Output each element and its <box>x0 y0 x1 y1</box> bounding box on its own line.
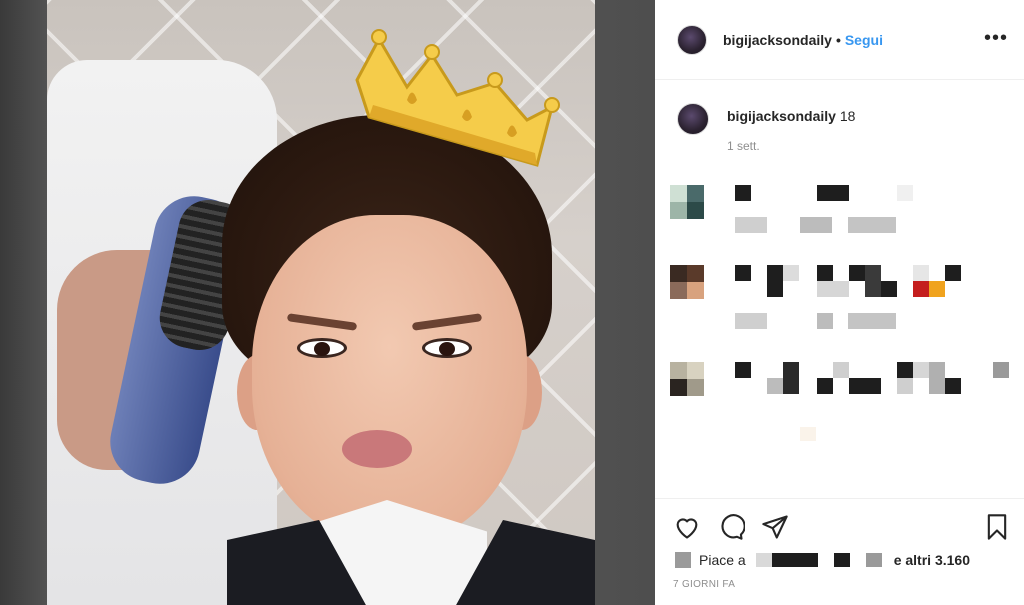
follow-button[interactable]: Segui <box>845 32 883 48</box>
separator-dot: • <box>835 31 841 48</box>
redacted-block <box>897 362 913 378</box>
caption-time[interactable]: 1 sett. <box>727 139 855 153</box>
redacted-block <box>767 265 783 297</box>
redacted-block <box>817 265 833 281</box>
redacted-block <box>913 281 929 297</box>
redacted-block <box>735 217 767 233</box>
caption: bigijacksondaily 18 1 sett. <box>677 103 855 153</box>
post-header-text: bigijacksondaily • Segui <box>723 32 883 48</box>
redacted-block <box>735 313 767 329</box>
redacted-block <box>945 265 961 281</box>
redacted-block <box>849 378 881 394</box>
child-eye-right <box>422 338 472 358</box>
share-icon[interactable] <box>761 513 789 541</box>
redacted-block <box>833 362 849 378</box>
redacted-block <box>817 281 849 297</box>
redacted-block <box>929 362 945 394</box>
redacted-block <box>735 265 751 281</box>
caption-username[interactable]: bigijacksondaily <box>727 108 836 124</box>
child-mouth <box>342 430 412 468</box>
redacted-block <box>735 185 751 201</box>
post-details-panel: bigijacksondaily • Segui ••• bigijacksonda… <box>655 0 1024 605</box>
likes-count[interactable]: e altri 3.160 <box>894 552 970 568</box>
username-link[interactable]: bigijacksondaily <box>723 32 832 48</box>
redacted-block <box>897 378 913 394</box>
redacted-liker-name[interactable] <box>755 553 772 567</box>
comment-icon[interactable] <box>717 513 745 541</box>
redacted-block <box>945 378 961 394</box>
avatar[interactable] <box>677 24 707 55</box>
redacted-block <box>767 378 783 394</box>
post-timestamp[interactable]: 7 GIORNI FA <box>673 579 735 590</box>
post-header: bigijacksondaily • Segui ••• <box>655 0 1024 80</box>
redacted-block <box>800 427 816 441</box>
redacted-block <box>848 313 896 329</box>
likes-prefix: Piace a <box>699 552 746 568</box>
caption-text: 18 <box>839 108 856 124</box>
heart-icon[interactable] <box>673 513 701 541</box>
redacted-block <box>865 265 881 297</box>
redacted-block <box>993 362 1009 378</box>
redacted-block <box>817 313 833 329</box>
caption-body: bigijacksondaily 18 1 sett. <box>727 103 855 153</box>
redacted-block <box>865 553 882 567</box>
redacted-block <box>913 265 929 281</box>
redacted-block <box>833 553 850 567</box>
crown-sticker-icon <box>355 29 560 167</box>
redacted-block <box>783 362 799 394</box>
liker-avatar[interactable] <box>675 552 691 568</box>
likes-summary: Piace a e altri 3.160 <box>675 550 970 570</box>
caption-avatar[interactable] <box>677 103 709 135</box>
redacted-avatar <box>670 265 704 299</box>
redacted-block <box>817 378 833 394</box>
redacted-block <box>848 217 896 233</box>
child-eye-left <box>297 338 347 358</box>
redacted-block <box>929 281 945 297</box>
child-face <box>252 215 527 545</box>
redacted-block <box>783 265 799 281</box>
post-photo[interactable] <box>47 0 595 605</box>
redacted-block <box>800 217 832 233</box>
redacted-avatar <box>670 185 704 219</box>
redacted-avatar <box>670 362 704 396</box>
redacted-liker-name[interactable] <box>771 553 818 567</box>
more-options-icon[interactable]: ••• <box>984 28 1008 48</box>
redacted-block <box>817 185 849 201</box>
bookmark-icon[interactable] <box>983 513 1011 541</box>
redacted-block <box>881 281 897 297</box>
redacted-block <box>735 362 751 378</box>
post-actions: Piace a e altri 3.160 7 GIORNI FA <box>655 498 1024 605</box>
redacted-block <box>849 265 865 281</box>
redacted-block <box>913 362 929 378</box>
caption-line: bigijacksondaily 18 <box>727 103 855 129</box>
redacted-block <box>897 185 913 201</box>
